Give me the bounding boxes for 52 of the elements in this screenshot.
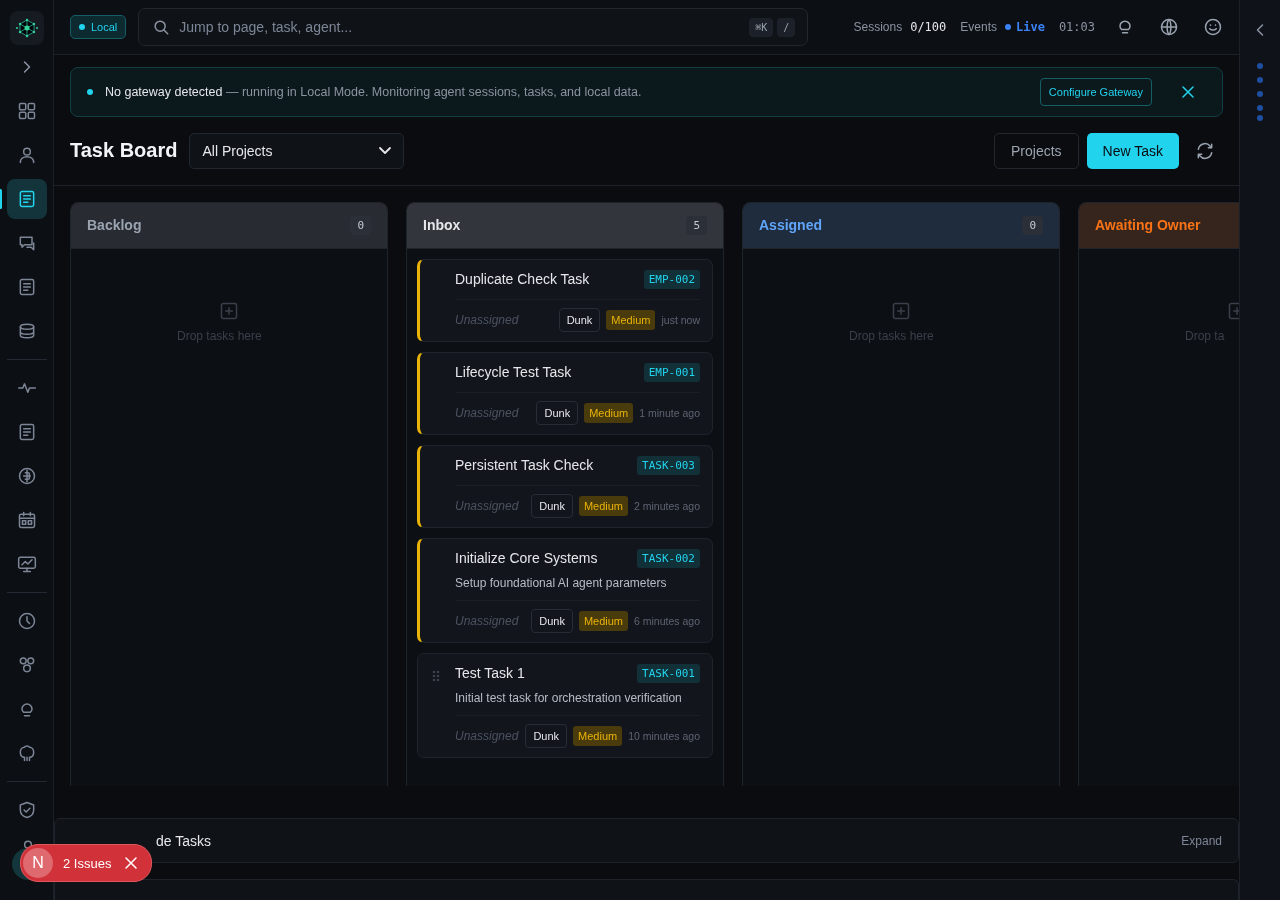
assignee-text: Unassigned xyxy=(455,498,519,513)
shortcut-key: ⌘K xyxy=(749,17,774,37)
toast-logo: N xyxy=(23,848,53,878)
task-title: Initialize Core Systems xyxy=(455,550,598,566)
issues-count: 2 Issues xyxy=(63,855,112,871)
task-time: just now xyxy=(661,313,700,326)
live-indicator: Live xyxy=(1004,20,1045,35)
assignee-text: Unassigned xyxy=(455,728,519,743)
task-id-tag: TASK-002 xyxy=(637,548,700,568)
task-time: 2 minutes ago xyxy=(634,499,700,512)
owner-tag: Dunk xyxy=(531,493,573,518)
task-title: Duplicate Check Task xyxy=(455,271,590,287)
events-label: Events xyxy=(960,20,997,35)
task-description: Initial test task for orchestration verification xyxy=(455,690,683,705)
task-time: 6 minutes ago xyxy=(634,614,700,627)
column-title: Assigned xyxy=(759,217,822,233)
priority-tag: Medium xyxy=(584,402,634,423)
column-title: Backlog xyxy=(87,217,142,233)
task-id-tag: EMP-002 xyxy=(643,269,700,289)
task-title: Test Task 1 xyxy=(455,665,525,681)
mode-badge: Local xyxy=(70,15,127,40)
sessions-count: 0/100 xyxy=(910,20,947,35)
task-title: Persistent Task Check xyxy=(455,457,594,473)
priority-tag: Medium xyxy=(606,309,656,330)
page-title: Task Board xyxy=(70,139,178,162)
task-count: 5 xyxy=(686,215,707,235)
priority-tag: Medium xyxy=(578,495,629,516)
banner-message: No gateway detected — running in Local Mode. Monitoring agent sessions, tasks, and local data. xyxy=(105,84,643,99)
owner-tag: Dunk xyxy=(558,307,601,332)
clock: 01:03 xyxy=(1058,20,1095,35)
task-id-tag: TASK-003 xyxy=(637,455,700,475)
task-time: 1 minute ago xyxy=(639,406,700,419)
column-title: Inbox xyxy=(423,217,461,233)
panel-title: de Tasks xyxy=(156,832,211,849)
task-id-tag: TASK-001 xyxy=(637,663,700,683)
priority-tag: Medium xyxy=(573,725,623,746)
task-title: Lifecycle Test Task xyxy=(455,364,572,380)
task-count: 0 xyxy=(350,215,371,235)
assignee-text: Unassigned xyxy=(455,405,519,420)
column-title: Awaiting Owner xyxy=(1095,217,1201,233)
owner-tag: Dunk xyxy=(536,400,579,425)
shortcut-key: / xyxy=(777,17,796,37)
owner-tag: Dunk xyxy=(525,723,568,748)
assignee-text: Unassigned xyxy=(455,312,519,327)
task-count: 0 xyxy=(1022,215,1043,235)
task-description: Setup foundational AI agent parameters xyxy=(455,575,668,590)
sessions-label: Sessions xyxy=(853,20,903,35)
task-time: 10 minutes ago xyxy=(628,729,700,742)
owner-tag: Dunk xyxy=(531,608,573,633)
task-id-tag: EMP-001 xyxy=(643,362,700,382)
assignee-text: Unassigned xyxy=(455,613,519,628)
priority-tag: Medium xyxy=(578,610,629,631)
